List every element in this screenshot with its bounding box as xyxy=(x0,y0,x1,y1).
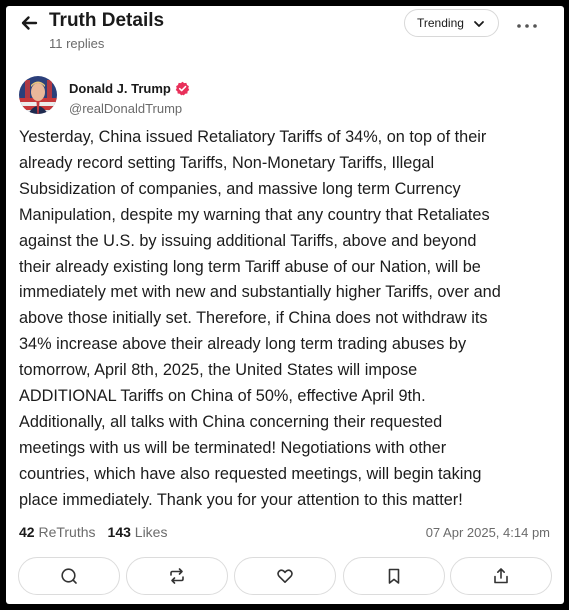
post-line: Additionally, all talks with China conce… xyxy=(19,412,443,431)
truth-details-page: Truth Details 11 replies Trending Donald… xyxy=(6,6,564,604)
avatar[interactable] xyxy=(19,76,57,114)
retruths-count: 42 xyxy=(19,524,35,540)
reply-button[interactable] xyxy=(18,557,120,595)
post-line: above those initially set. Therefore, if… xyxy=(19,309,488,328)
action-bar xyxy=(18,557,552,595)
repost-icon xyxy=(170,568,184,584)
verified-badge-icon xyxy=(175,81,190,96)
bookmark-button[interactable] xyxy=(343,557,445,595)
comment-icon xyxy=(61,568,77,584)
retruth-button[interactable] xyxy=(126,557,228,595)
post-line: their already existing long term Tariff … xyxy=(19,257,481,276)
post-line: 34% increase above their already long te… xyxy=(19,335,467,354)
sort-label: Trending xyxy=(417,16,464,30)
post-timestamp: 07 Apr 2025, 4:14 pm xyxy=(425,525,550,540)
post-line: against the U.S. by issuing additional T… xyxy=(19,231,477,250)
sort-dropdown[interactable]: Trending xyxy=(404,9,499,37)
likes-count: 143 xyxy=(107,524,131,540)
author-handle[interactable]: @realDonaldTrump xyxy=(69,101,182,116)
share-icon xyxy=(494,568,508,584)
post-line: ADDITIONAL Tariffs on China of 50%, effe… xyxy=(19,387,426,406)
chevron-down-icon xyxy=(474,21,484,27)
post-body: Yesterday, China issued Retaliatory Tari… xyxy=(19,125,561,514)
post-line: Yesterday, China issued Retaliatory Tari… xyxy=(19,128,487,146)
post-line: place immediately. Thank you for your at… xyxy=(19,490,463,509)
retruths-label: ReTruths xyxy=(38,524,96,540)
post-line: Manipulation, despite my warning that an… xyxy=(19,205,490,224)
likes-label: Likes xyxy=(134,524,168,540)
page-title: Truth Details xyxy=(49,10,165,31)
post-stats: 42 ReTruths 143 Likes xyxy=(19,524,167,540)
post-line: immediately met with new and substantial… xyxy=(19,283,501,302)
share-button[interactable] xyxy=(450,557,552,595)
more-horizontal-icon xyxy=(517,24,537,28)
profile-photo xyxy=(19,76,57,114)
reply-count: 11 replies xyxy=(49,36,105,51)
author-name[interactable]: Donald J. Trump xyxy=(69,81,171,96)
bookmark-icon xyxy=(388,568,400,584)
retruths-stat[interactable]: 42 ReTruths xyxy=(19,524,96,540)
arrow-left-icon xyxy=(21,16,38,30)
heart-icon xyxy=(277,569,293,583)
post-line: Subsidization of companies, and massive … xyxy=(19,179,461,198)
likes-stat[interactable]: 143 Likes xyxy=(108,524,168,540)
like-button[interactable] xyxy=(234,557,336,595)
post-line: tomorrow, April 8th, 2025, the United St… xyxy=(19,361,418,380)
more-options-button[interactable] xyxy=(516,18,538,28)
page-header: Truth Details 11 replies Trending xyxy=(6,6,564,64)
post-line: meetings with us will be terminated! Neg… xyxy=(19,438,447,457)
post-line: countries, which have also requested mee… xyxy=(19,464,482,483)
post-line: already record setting Tariffs, Non-Mone… xyxy=(19,153,435,172)
back-button[interactable] xyxy=(18,12,40,34)
